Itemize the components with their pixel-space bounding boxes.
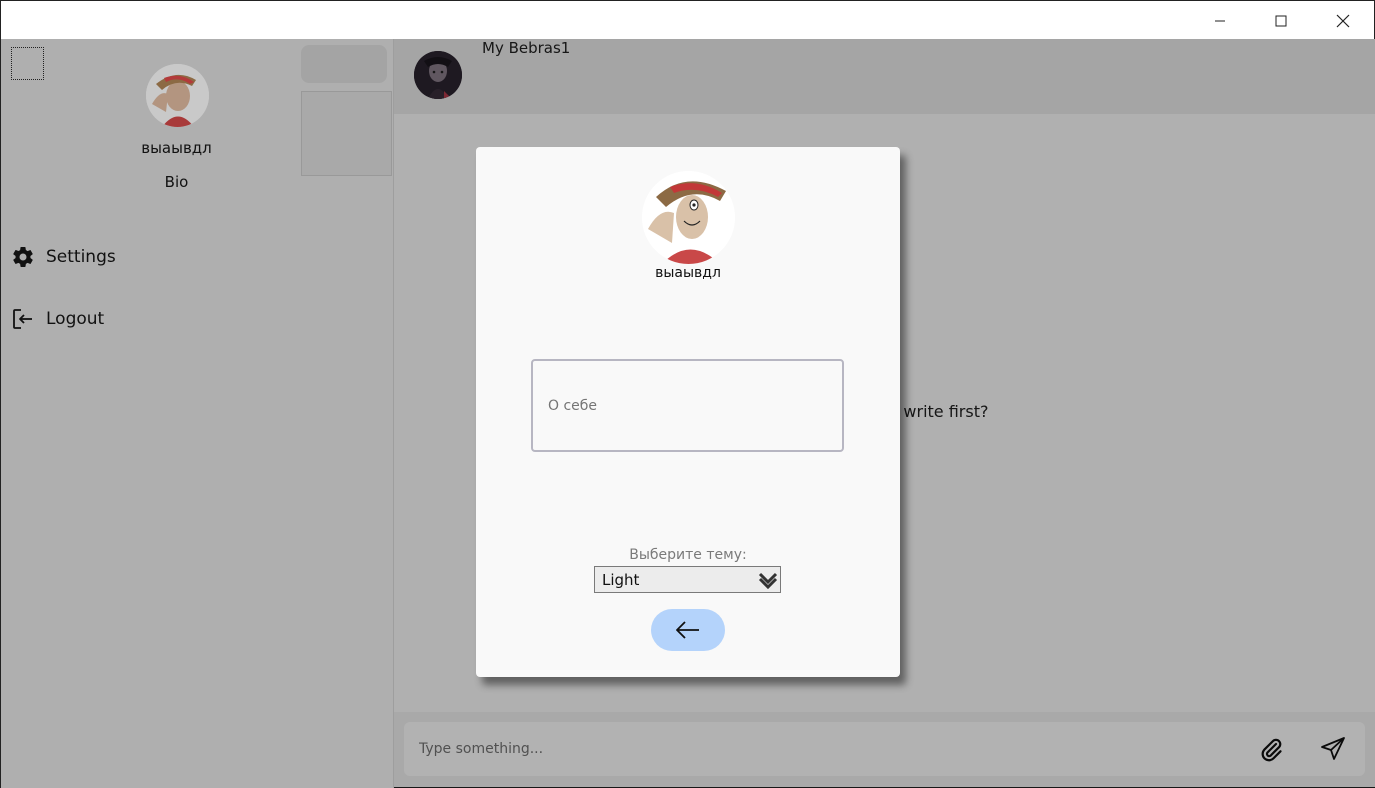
drawer-username: выаывдл (141, 139, 212, 157)
arrow-left-icon (676, 621, 699, 639)
close-button[interactable] (1320, 1, 1366, 40)
dialog-username: выаывдл (655, 265, 721, 281)
user-avatar-image (642, 171, 735, 264)
app-window: My Bebras1 o you want to write first? (0, 39, 1375, 788)
drawer-toggle-button[interactable] (11, 47, 44, 80)
side-drawer: выаывдл Bio Settings Logout (1, 39, 352, 788)
menu-item-logout[interactable]: Logout (11, 304, 104, 334)
maximize-button[interactable] (1258, 1, 1304, 40)
gear-icon (11, 245, 35, 269)
menu-item-settings[interactable]: Settings (11, 242, 116, 272)
close-icon (1336, 14, 1350, 27)
minimize-icon (1215, 20, 1225, 21)
logout-icon (11, 307, 35, 331)
menu-item-label: Logout (46, 309, 105, 329)
theme-selected-value: Light (602, 570, 640, 589)
bio-field[interactable] (531, 359, 844, 452)
dialog-avatar[interactable] (642, 171, 735, 264)
bio-input[interactable] (548, 397, 828, 414)
user-avatar-image (146, 64, 209, 127)
theme-select[interactable]: Light (594, 566, 781, 593)
maximize-icon (1275, 15, 1287, 26)
chevron-down-icon (757, 568, 779, 591)
settings-dialog: выаывдл Выберите тему: Light (476, 147, 900, 677)
drawer-bio: Bio (164, 173, 189, 191)
theme-label: Выберите тему: (629, 547, 747, 563)
minimize-button[interactable] (1197, 1, 1243, 40)
back-button[interactable] (651, 609, 725, 651)
menu-item-label: Settings (46, 247, 116, 267)
drawer-avatar[interactable] (146, 64, 209, 127)
window-titlebar (0, 0, 1375, 39)
